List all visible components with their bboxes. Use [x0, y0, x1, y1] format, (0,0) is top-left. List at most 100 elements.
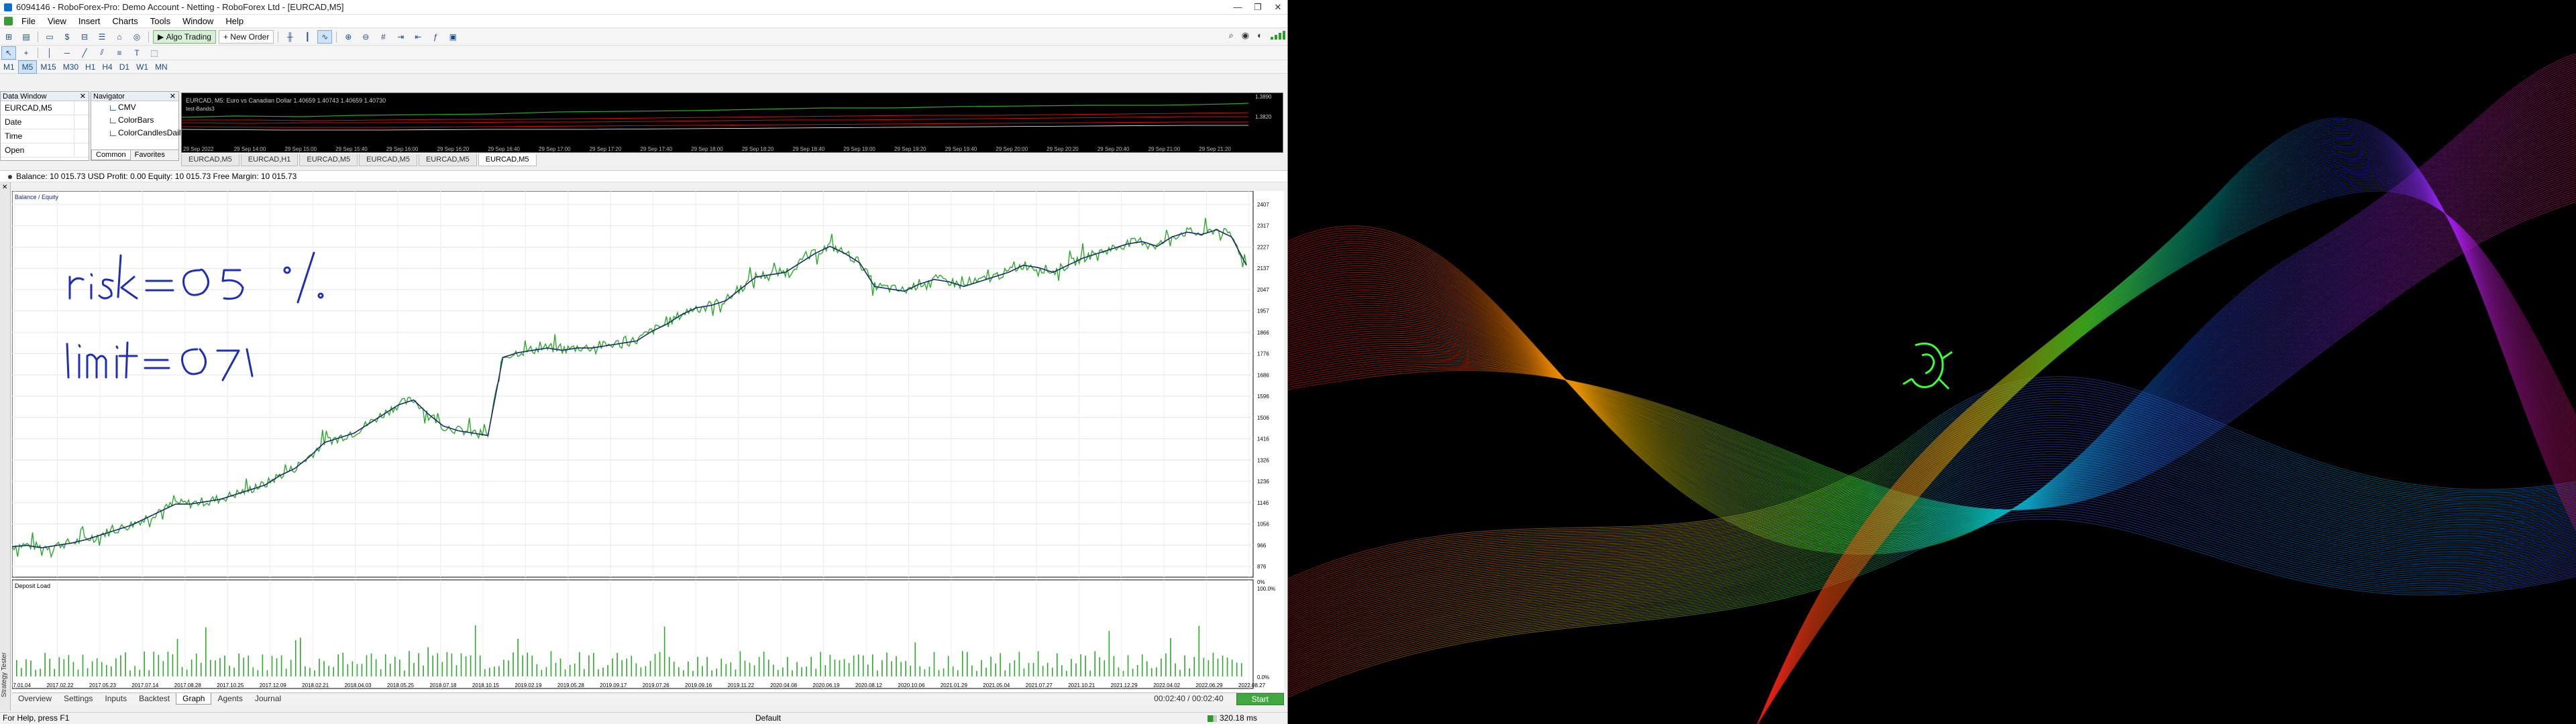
tab-inputs[interactable]: Inputs — [99, 693, 133, 705]
algo-trading-label: Algo Trading — [166, 32, 211, 42]
tab-settings[interactable]: Settings — [58, 693, 99, 705]
new-chart-icon[interactable]: ⊞ — [1, 30, 16, 44]
chart-tab[interactable]: EURCAD,M5 — [181, 154, 239, 166]
load-bar — [1151, 668, 1152, 676]
load-bar — [612, 658, 613, 676]
minimize-button[interactable]: — — [1228, 0, 1248, 15]
load-bar — [981, 660, 982, 676]
y-tick-label: 1326 — [1257, 457, 1269, 463]
load-bar — [144, 651, 145, 676]
load-bar — [947, 656, 949, 676]
load-bar — [1104, 660, 1106, 676]
eurcad-mini-chart[interactable]: EURCAD, M5: Euro vs Canadian Dollar 1.40… — [181, 93, 1283, 153]
market-watch-icon[interactable]: $ — [60, 30, 74, 44]
shapes-icon[interactable]: ⬚ — [147, 46, 162, 60]
profiles-icon[interactable]: ▤ — [19, 30, 34, 44]
menu-charts[interactable]: Charts — [106, 15, 144, 28]
close-button[interactable]: ✕ — [1268, 0, 1287, 15]
y-tick-label: 1776 — [1257, 351, 1269, 357]
horizontal-line-icon[interactable]: ─ — [60, 46, 74, 60]
window-icon[interactable]: ▭ — [42, 30, 57, 44]
tab-common[interactable]: Common — [91, 150, 131, 160]
timeframe-d1[interactable]: D1 — [116, 61, 133, 73]
crosshair-icon[interactable]: + — [19, 46, 34, 60]
load-bar — [494, 666, 495, 676]
load-bar — [985, 667, 987, 676]
menu-file[interactable]: File — [15, 15, 42, 28]
zoom-out-icon[interactable]: ⊖ — [358, 30, 373, 44]
templates-icon[interactable]: ▣ — [445, 30, 460, 44]
data-window-icon[interactable]: ⊟ — [77, 30, 92, 44]
close-icon[interactable]: ✕ — [2, 184, 7, 191]
zoom-in-icon[interactable]: ⊕ — [341, 30, 356, 44]
navigator-item[interactable]: ColorCandlesDaily — [91, 127, 184, 139]
bar-chart-icon[interactable]: ╫ — [282, 30, 297, 44]
toolbox-icon[interactable]: ⌂ — [112, 30, 127, 44]
start-button[interactable]: Start — [1236, 692, 1284, 705]
cursor-icon[interactable]: ↖ — [1, 46, 16, 60]
text-icon[interactable]: T — [129, 46, 144, 60]
tab-backtest[interactable]: Backtest — [133, 693, 176, 705]
chart-tab[interactable]: EURCAD,M5 — [359, 154, 417, 166]
load-bar — [801, 667, 802, 676]
navigator-item[interactable]: ColorBars — [91, 114, 178, 127]
strategy-tester-sidebar[interactable]: ✕ Strategy Tester — [0, 182, 11, 711]
algo-trading-button[interactable]: ▶ Algo Trading — [153, 29, 216, 44]
tab-overview[interactable]: Overview — [12, 693, 58, 705]
menu-insert[interactable]: Insert — [72, 15, 107, 28]
grid-icon[interactable]: # — [376, 30, 390, 44]
mini-chart-indicator: test-Bands3 — [186, 106, 215, 112]
mini-time-label: 29 Sep 14:00 — [234, 146, 266, 152]
load-bar — [1004, 670, 1006, 676]
timeframe-m1[interactable]: M1 — [0, 61, 18, 73]
tab-favorites[interactable]: Favorites — [131, 150, 169, 160]
load-bar — [120, 655, 121, 676]
load-bar — [44, 652, 46, 676]
candles-icon[interactable]: ┃ — [300, 30, 315, 44]
close-icon[interactable]: ✕ — [170, 92, 176, 101]
chart-tab[interactable]: EURCAD,H1 — [240, 154, 299, 166]
navigator-icon[interactable]: ☰ — [95, 30, 109, 44]
load-bar — [465, 656, 467, 676]
indicators-icon[interactable]: ƒ — [428, 30, 443, 44]
load-bar — [1127, 655, 1129, 676]
timeframe-mn[interactable]: MN — [152, 61, 171, 73]
tab-agents[interactable]: Agents — [211, 693, 248, 705]
equidistant-channel-icon[interactable]: ⫽ — [95, 46, 109, 60]
chart-shift-icon[interactable]: ⇤ — [411, 30, 425, 44]
new-order-button[interactable]: + New Order — [218, 29, 274, 44]
x-tick-label: 2017.02.22 — [46, 682, 74, 688]
menu-tools[interactable]: Tools — [144, 15, 176, 28]
load-bar — [1175, 663, 1176, 676]
load-bar — [730, 662, 732, 676]
load-bar — [1061, 665, 1063, 676]
line-chart-icon[interactable]: ∿ — [317, 29, 333, 44]
navigator-item[interactable]: CMV — [91, 101, 178, 114]
search-icon[interactable]: ⌕ — [1229, 30, 1234, 41]
community-icon[interactable]: ◉ — [1242, 30, 1249, 41]
timeframe-m30[interactable]: M30 — [60, 61, 82, 73]
tester-icon[interactable]: ◎ — [129, 30, 144, 44]
menu-help[interactable]: Help — [219, 15, 250, 28]
timeframe-h1[interactable]: H1 — [82, 61, 99, 73]
timeframe-w1[interactable]: W1 — [133, 61, 152, 73]
autoscroll-icon[interactable]: ⇥ — [393, 30, 408, 44]
tab-graph[interactable]: Graph — [176, 693, 212, 705]
trendline-icon[interactable]: ╱ — [77, 46, 92, 60]
vertical-line-icon[interactable]: │ — [42, 46, 57, 60]
fibonacci-icon[interactable]: ≡ — [112, 46, 127, 60]
chart-tab[interactable]: EURCAD,M5 — [418, 154, 477, 166]
close-icon[interactable]: ✕ — [80, 92, 86, 101]
timeframe-m5[interactable]: M5 — [17, 60, 38, 74]
chart-tab-active[interactable]: EURCAD,M5 — [478, 154, 537, 166]
menu-view[interactable]: View — [42, 15, 72, 28]
account-icon[interactable]: ◐ — [1257, 30, 1263, 41]
chart-tab[interactable]: EURCAD,M5 — [299, 154, 358, 166]
mini-time-label: 29 Sep 19:20 — [894, 146, 926, 152]
timeframe-h4[interactable]: H4 — [99, 61, 115, 73]
tab-journal[interactable]: Journal — [249, 693, 287, 705]
restore-button[interactable]: ❐ — [1248, 0, 1268, 15]
menu-window[interactable]: Window — [176, 15, 219, 28]
timeframe-m15[interactable]: M15 — [37, 61, 59, 73]
load-bar — [1236, 662, 1238, 676]
